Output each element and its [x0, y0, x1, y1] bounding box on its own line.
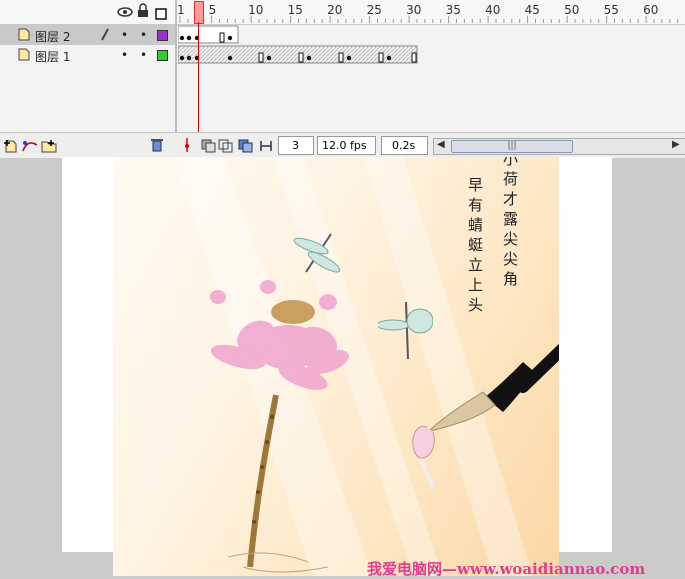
ruler-label: 45	[524, 3, 540, 17]
lock-icon[interactable]	[137, 3, 149, 22]
layer-icon	[18, 28, 30, 44]
trash-icon[interactable]	[150, 137, 164, 156]
ruler-label: 25	[366, 3, 382, 17]
frame-ruler[interactable]: 1 5 10 15 20 25 30 35 40 45 50 55 60	[0, 0, 685, 25]
horizontal-scrollbar[interactable]: ◀ ||| ▶	[433, 138, 685, 155]
layer-color-swatch[interactable]	[157, 30, 168, 41]
layer-row-2[interactable]: 图层 2 • •	[0, 25, 175, 45]
pencil-icon	[100, 28, 110, 44]
dragonfly-graphic	[293, 233, 341, 273]
ruler-label: 40	[485, 3, 501, 17]
ruler-label: 5	[208, 3, 217, 17]
elapsed-time-value: 0.2s	[392, 139, 416, 152]
modify-onion-markers-icon[interactable]	[259, 138, 273, 157]
visibility-dot[interactable]: •	[121, 48, 128, 62]
ruler-label: 55	[603, 3, 619, 17]
insert-folder-icon[interactable]	[41, 138, 59, 157]
center-frame-icon[interactable]	[181, 137, 193, 157]
ruler-label: 30	[406, 3, 422, 17]
insert-layer-icon[interactable]	[3, 138, 19, 157]
lotus-flower-graphic	[210, 280, 349, 573]
add-motion-guide-icon[interactable]	[21, 138, 39, 157]
eye-icon[interactable]	[117, 4, 133, 23]
onion-skin-outlines-icon[interactable]	[218, 138, 234, 157]
elapsed-time-field[interactable]: 0.2s	[381, 136, 428, 155]
frame-rate-field[interactable]: 12.0 fps	[317, 136, 376, 155]
frame-rate-value: 12.0 fps	[322, 139, 367, 152]
ruler-label: 15	[287, 3, 303, 17]
ruler-ticks-graphic	[179, 16, 679, 23]
layer-color-swatch[interactable]	[157, 50, 168, 61]
current-frame-field[interactable]: 3	[278, 136, 314, 155]
scrollbar-grip: |||	[507, 141, 517, 151]
timeline-panel: 1 5 10 15 20 25 30 35 40 45 50 55 60 图层 2 • •	[0, 0, 685, 158]
ruler-label: 1	[177, 3, 185, 17]
outline-icon[interactable]	[155, 5, 167, 24]
lotus-artwork: 小荷才露尖尖角 早有蜻蜓立上头	[113, 157, 559, 576]
visibility-dot[interactable]: •	[121, 28, 128, 42]
playhead-marker[interactable]	[194, 1, 204, 24]
lock-dot[interactable]: •	[140, 48, 147, 62]
ruler-label: 60	[643, 3, 659, 17]
current-frame-value: 3	[292, 139, 299, 152]
layer-name[interactable]: 图层 1	[35, 48, 70, 65]
calligraphy-brush-graphic	[412, 343, 559, 487]
lock-dot[interactable]: •	[140, 28, 147, 42]
timeline-bottom-bar: 3 12.0 fps 0.2s ◀ ||| ▶	[0, 132, 685, 158]
scroll-left-arrow-icon[interactable]: ◀	[437, 139, 445, 150]
scrollbar-thumb[interactable]: |||	[451, 140, 573, 153]
layer-2-frames[interactable]	[178, 25, 685, 45]
layer-1-frames[interactable]	[178, 45, 685, 65]
layer-icon	[18, 48, 30, 64]
ruler-label: 50	[564, 3, 580, 17]
ruler-label: 20	[327, 3, 343, 17]
ruler-label: 35	[445, 3, 461, 17]
onion-skin-icon[interactable]	[201, 138, 217, 157]
ruler-label: 10	[248, 3, 264, 17]
layer-row-1[interactable]: 图层 1 • •	[0, 45, 175, 65]
layer-name[interactable]: 图层 2	[35, 28, 70, 45]
edit-multiple-frames-icon[interactable]	[238, 138, 254, 157]
scroll-right-arrow-icon[interactable]: ▶	[672, 139, 680, 150]
